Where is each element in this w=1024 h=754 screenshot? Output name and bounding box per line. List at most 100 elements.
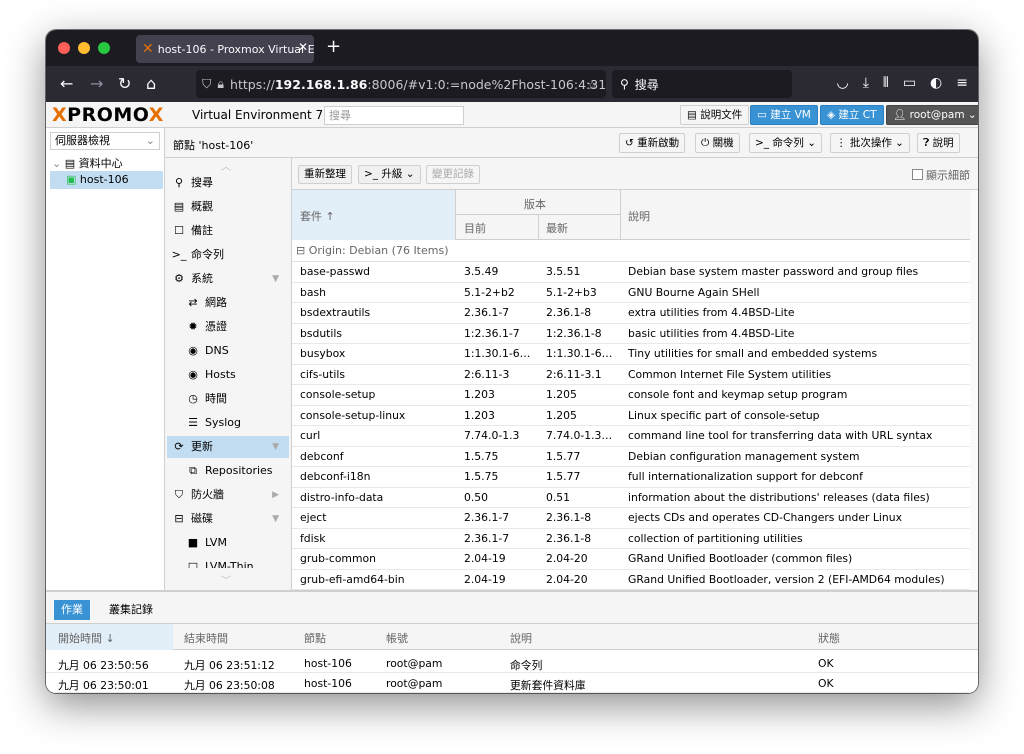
- menu-lvm[interactable]: ■ LVM: [167, 532, 289, 554]
- col-end-header[interactable]: 結束時間: [184, 630, 228, 646]
- col-package-header[interactable]: 套件 ↑: [300, 208, 335, 224]
- docs-button[interactable]: ▤ 說明文件: [680, 105, 750, 125]
- package-row[interactable]: debconf-i18n 1.5.75 1.5.77 full internation…: [292, 467, 970, 488]
- col-current-header[interactable]: 目前: [464, 220, 486, 236]
- task-node: host-106: [304, 657, 352, 670]
- package-row[interactable]: curl 7.74.0-1.3 7.74.0-1.3… command line to…: [292, 426, 970, 447]
- browser-window: ✕ host-106 - Proxmox Virtual Envi ✕ + ← …: [46, 30, 978, 693]
- menu-notes[interactable]: ☐ 備註: [167, 220, 289, 242]
- pve-search-input[interactable]: 搜尋: [324, 106, 464, 125]
- task-row[interactable]: 九月 06 23:50:56 九月 06 23:51:12 host-106 r…: [46, 653, 978, 673]
- hdd-icon: ⊟: [174, 512, 184, 525]
- create-ct-button[interactable]: ◈ 建立 CT: [820, 105, 884, 125]
- package-desc: extra utilities from 4.4BSD-Lite: [628, 306, 795, 319]
- task-row[interactable]: 九月 06 23:50:01 九月 06 23:50:08 host-106 r…: [46, 673, 978, 693]
- menu-hosts[interactable]: ◉ Hosts: [167, 364, 289, 386]
- pocket-icon[interactable]: ◡: [837, 75, 849, 91]
- menu-shell[interactable]: >_ 命令列: [167, 244, 289, 266]
- col-user-header[interactable]: 帳號: [386, 630, 408, 646]
- tree-datacenter[interactable]: ⌄ ▤ 資料中心: [52, 155, 123, 171]
- package-row[interactable]: cifs-utils 2:6.11-3 2:6.11-3.1 Common Inter…: [292, 365, 970, 385]
- create-vm-button[interactable]: ▭ 建立 VM: [750, 105, 818, 125]
- package-row[interactable]: bsdutils 1:2.36.1-7 1:2.36.1-8 basic utilit…: [292, 324, 970, 344]
- close-tab-icon[interactable]: ✕: [298, 40, 308, 54]
- menu-time[interactable]: ◷ 時間: [167, 388, 289, 410]
- bulk-actions-button[interactable]: ⋮ 批次操作 ⌄: [830, 133, 910, 153]
- tab-bar: ✕ host-106 - Proxmox Virtual Envi ✕ +: [46, 30, 978, 66]
- menu-dns[interactable]: ◉ DNS: [167, 340, 289, 362]
- scroll-up-icon[interactable]: ︿: [221, 158, 231, 173]
- create-vm-label: 建立 VM: [770, 109, 811, 121]
- package-row[interactable]: debconf 1.5.75 1.5.77 Debian configuration …: [292, 447, 970, 467]
- home-icon[interactable]: ⌂: [146, 74, 156, 93]
- menu-disks[interactable]: ⊟ 磁碟 ▼: [167, 508, 289, 530]
- node-submenu: ︿ ⚲ 搜尋 ▤ 概觀 ☐ 備註 >_ 命令列 ⚙ 系統 ▼ ⇄ 網路 ✹ 憑證 ◉ DNS ◉ H…: [165, 158, 292, 590]
- menu-lvm-thin[interactable]: □ LVM-Thin: [167, 556, 289, 568]
- package-row[interactable]: bash 5.1-2+b2 5.1-2+b3 GNU Bourne Again SHe…: [292, 283, 970, 303]
- col-latest-header[interactable]: 最新: [546, 220, 568, 236]
- forward-icon[interactable]: →: [90, 74, 103, 93]
- sidebar-icon[interactable]: ▭: [903, 75, 916, 91]
- restart-label: 重新啟動: [637, 137, 680, 149]
- upgrade-button[interactable]: >_ 升級 ⌄: [358, 165, 421, 184]
- package-row[interactable]: grub-efi-amd64-bin 2.04-19 2.04-20 GRand Un…: [292, 570, 970, 590]
- library-icon[interactable]: ⫴: [883, 75, 889, 91]
- package-row[interactable]: busybox 1:1.30.1-6… 1:1.30.1-6… Tiny utilit…: [292, 344, 970, 365]
- menu-summary[interactable]: ▤ 概觀: [167, 196, 289, 218]
- package-row[interactable]: base-passwd 3.5.49 3.5.51 Debian base syste…: [292, 262, 970, 283]
- back-icon[interactable]: ←: [60, 74, 73, 93]
- tree-node-host[interactable]: ▣ host-106: [50, 171, 163, 189]
- col-status-header[interactable]: 狀態: [818, 630, 840, 646]
- col-start-header[interactable]: 開始時間 ↓: [58, 630, 115, 646]
- menu-repositories[interactable]: ⧉ Repositories: [167, 460, 289, 482]
- package-row[interactable]: console-setup-linux 1.203 1.205 Linux speci…: [292, 406, 970, 426]
- menu-certificates[interactable]: ✹ 憑證: [167, 316, 289, 338]
- menu-network[interactable]: ⇄ 網路: [167, 292, 289, 314]
- vertical-scrollbar[interactable]: [970, 190, 978, 590]
- refresh-button[interactable]: 重新整理: [298, 165, 352, 184]
- shell-button[interactable]: >_ 命令列 ⌄: [749, 133, 823, 153]
- package-row[interactable]: fdisk 2.36.1-7 2.36.1-8 collection of parti…: [292, 529, 970, 549]
- restart-button[interactable]: ↺ 重新啟動: [619, 133, 686, 153]
- proxmox-logo[interactable]: XPROMOX: [52, 104, 164, 126]
- minimize-window-button[interactable]: [78, 42, 90, 54]
- browser-tab[interactable]: ✕ host-106 - Proxmox Virtual Envi ✕: [136, 35, 314, 63]
- account-icon[interactable]: ◐: [930, 75, 942, 91]
- package-row[interactable]: eject 2.36.1-7 2.36.1-8 ejects CDs and oper…: [292, 508, 970, 529]
- menu-updates[interactable]: ⟳ 更新 ▼: [167, 436, 289, 458]
- download-icon[interactable]: ⤓: [863, 75, 869, 91]
- changelog-button[interactable]: 變更記錄: [426, 165, 480, 184]
- user-menu-button[interactable]: 👤︎ root@pam ⌄: [886, 105, 978, 125]
- menu-firewall[interactable]: ⛉ 防火牆 ▶: [167, 484, 289, 506]
- bookmark-star-icon[interactable]: ☆: [587, 77, 598, 92]
- reload-icon[interactable]: ↻: [118, 74, 131, 93]
- package-row[interactable]: console-setup 1.203 1.205 console font and …: [292, 385, 970, 406]
- package-cur: 2.36.1-7: [464, 306, 510, 319]
- package-row[interactable]: grub-common 2.04-19 2.04-20 GRand Unified B…: [292, 549, 970, 570]
- col-desc-header[interactable]: 說明: [510, 630, 532, 646]
- close-window-button[interactable]: [58, 42, 70, 54]
- group-header[interactable]: ⊟ Origin: Debian (76 Items): [292, 240, 970, 262]
- show-details-label: 顯示細節: [926, 169, 970, 182]
- menu-syslog[interactable]: ☰ Syslog: [167, 412, 289, 434]
- tab-tasks[interactable]: 作業: [54, 600, 90, 620]
- show-details-checkbox[interactable]: 顯示細節: [912, 167, 970, 183]
- task-desc: 命令列: [510, 659, 543, 672]
- zoom-window-button[interactable]: [98, 42, 110, 54]
- col-node-header[interactable]: 節點: [304, 630, 326, 646]
- new-tab-icon[interactable]: +: [326, 36, 341, 57]
- help-button[interactable]: ❓︎ 說明: [917, 133, 960, 153]
- package-row[interactable]: distro-info-data 0.50 0.51 information abou…: [292, 488, 970, 508]
- package-row[interactable]: bsdextrautils 2.36.1-7 2.36.1-8 extra utili…: [292, 303, 970, 324]
- tab-cluster-log[interactable]: 叢集記錄: [102, 600, 160, 620]
- url-bar[interactable]: ⛉ 🔒︎ https://192.168.1.86:8006/#v1:0:=no…: [196, 70, 606, 98]
- menu-search[interactable]: ⚲ 搜尋: [167, 172, 289, 194]
- col-desc-header[interactable]: 說明: [628, 208, 650, 224]
- shutdown-button[interactable]: ⏻ 關機: [695, 133, 740, 153]
- menu-system[interactable]: ⚙ 系統 ▼: [167, 268, 289, 290]
- browser-search-bar[interactable]: ⚲ 搜尋: [612, 70, 792, 98]
- scroll-down-icon[interactable]: ﹀: [221, 572, 231, 587]
- menu-icon[interactable]: ≡: [956, 75, 968, 91]
- view-selector[interactable]: 伺服器檢視 ⌄: [50, 132, 160, 150]
- package-pkg: grub-common: [300, 552, 376, 565]
